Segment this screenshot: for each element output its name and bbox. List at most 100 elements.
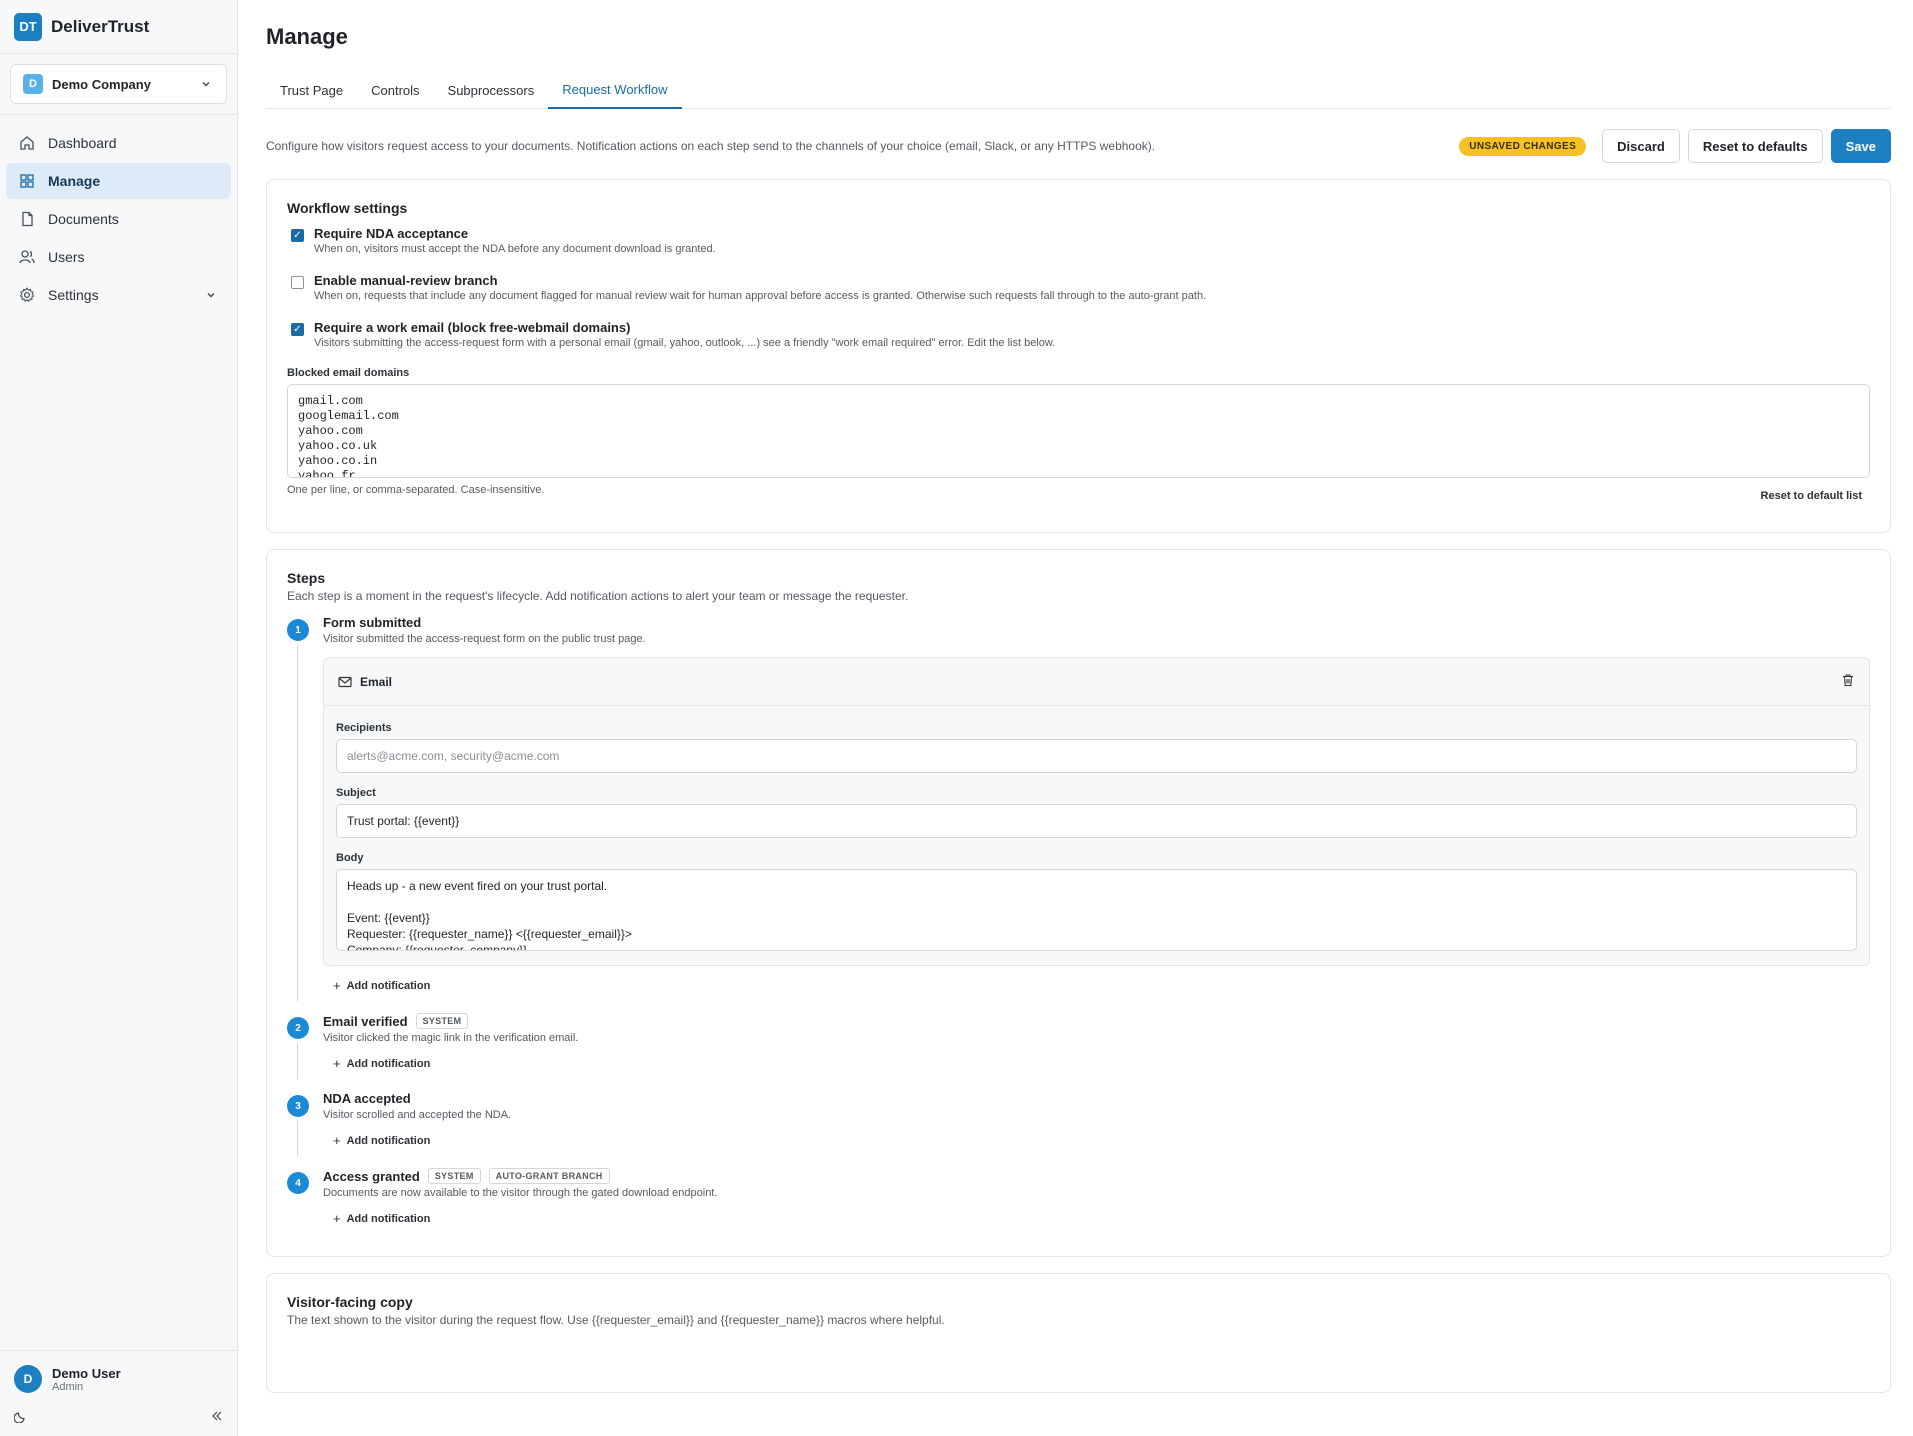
work-email-desc: Visitors submitting the access-request f… (314, 337, 1056, 349)
subject-input[interactable]: Trust portal: {{event}} (336, 804, 1857, 838)
body-textarea[interactable]: Heads up - a new event fired on your tru… (336, 869, 1857, 951)
require-nda-checkbox[interactable]: ✓ (291, 229, 304, 242)
blocked-domains-hint: One per line, or comma-separated. Case-i… (287, 484, 545, 496)
company-badge: D (23, 74, 43, 94)
recipients-input[interactable]: alerts@acme.com, security@acme.com (336, 739, 1857, 773)
step-title: NDA accepted (323, 1091, 411, 1106)
main-content: Manage Trust Page Controls Subprocessors… (266, 0, 1891, 1393)
sidebar-item-settings[interactable]: Settings (6, 277, 231, 313)
step-desc: Visitor clicked the magic link in the ve… (323, 1032, 579, 1044)
workflow-settings-title: Workflow settings (287, 200, 408, 216)
add-notification-button[interactable]: + Add notification (323, 1133, 1870, 1148)
visitor-copy-title: Visitor-facing copy (287, 1294, 413, 1310)
add-notification-label: Add notification (346, 1134, 431, 1147)
step-number: 2 (287, 1017, 309, 1039)
manual-review-checkbox[interactable] (291, 276, 304, 289)
users-icon (18, 248, 36, 266)
add-notification-label: Add notification (346, 979, 431, 992)
sidebar-item-label: Users (48, 249, 85, 265)
discard-button[interactable]: Discard (1602, 129, 1680, 163)
auto-grant-tag: AUTO-GRANT BRANCH (488, 1168, 610, 1184)
blocked-domains-textarea[interactable]: gmail.com googlemail.com yahoo.com yahoo… (287, 384, 1870, 478)
blocked-domains-label: Blocked email domains (287, 367, 410, 379)
work-email-label: Require a work email (block free-webmail… (314, 320, 631, 335)
unsaved-changes-badge: UNSAVED CHANGES (1459, 136, 1587, 156)
subject-label: Subject (336, 787, 376, 799)
company-name: Demo Company (52, 76, 151, 92)
step-title: Email verified (323, 1013, 408, 1029)
plus-icon: + (333, 1056, 341, 1071)
mail-icon (338, 676, 352, 688)
add-notification-button[interactable]: + Add notification (323, 1056, 1870, 1071)
tab-bar: Trust Page Controls Subprocessors Reques… (266, 72, 1891, 109)
sidebar-item-label: Dashboard (48, 135, 117, 151)
work-email-checkbox[interactable]: ✓ (291, 323, 304, 336)
gear-icon (18, 286, 36, 304)
step-access-granted: 4 Access granted SYSTEM AUTO-GRANT BRANCH … (287, 1168, 1870, 1226)
sidebar-item-users[interactable]: Users (6, 239, 231, 275)
step-form-submitted: 1 Form submitted Visitor submitted the a… (287, 615, 1870, 1001)
company-switcher[interactable]: D Demo Company (10, 64, 227, 104)
visitor-copy-card: Visitor-facing copy The text shown to th… (266, 1273, 1891, 1393)
sidebar-item-label: Manage (48, 173, 101, 189)
steps-card: Steps Each step is a moment in the reque… (266, 549, 1891, 1257)
steps-list: 1 Form submitted Visitor submitted the a… (287, 615, 1870, 1226)
reset-defaults-button[interactable]: Reset to defaults (1687, 129, 1823, 163)
step-desc: Visitor submitted the access-request for… (323, 633, 646, 645)
app-name: DeliverTrust (51, 16, 150, 36)
plus-icon: + (333, 978, 341, 993)
add-notification-button[interactable]: + Add notification (323, 978, 1870, 993)
sidebar-nav: Dashboard Manage Documents Users Setting… (0, 115, 237, 325)
steps-title: Steps (287, 570, 326, 586)
manual-review-desc: When on, requests that include any docum… (314, 290, 1207, 302)
collapse-sidebar-icon[interactable] (210, 1409, 224, 1426)
step-desc: Documents are now available to the visit… (323, 1187, 718, 1199)
sidebar-item-documents[interactable]: Documents (6, 201, 231, 237)
trash-icon[interactable] (1841, 673, 1855, 690)
require-nda-desc: When on, visitors must accept the NDA be… (314, 243, 716, 255)
step-desc: Visitor scrolled and accepted the NDA. (323, 1109, 512, 1121)
system-tag: SYSTEM (415, 1013, 469, 1029)
page-title: Manage (266, 24, 348, 49)
step-number: 3 (287, 1095, 309, 1117)
step-title: Form submitted (323, 615, 422, 630)
plus-icon: + (333, 1211, 341, 1226)
system-tag: SYSTEM (427, 1168, 481, 1184)
document-icon (18, 210, 36, 228)
sidebar-item-label: Documents (48, 211, 119, 227)
moon-icon[interactable] (13, 1409, 28, 1426)
sidebar-footer: D Demo User Admin (0, 1350, 238, 1436)
manual-review-label: Enable manual-review branch (314, 273, 498, 288)
app-logo: DT (14, 12, 42, 41)
user-menu[interactable]: D Demo User Admin (14, 1365, 224, 1393)
save-button[interactable]: Save (1830, 129, 1891, 163)
sidebar-item-manage[interactable]: Manage (6, 163, 231, 199)
brand[interactable]: DT DeliverTrust (0, 0, 237, 54)
step-connector (297, 1043, 298, 1079)
tab-request-workflow[interactable]: Request Workflow (548, 72, 682, 109)
recipients-label: Recipients (336, 722, 392, 734)
avatar: D (14, 1365, 42, 1393)
email-action-card: Email Recipients alerts@acme.com, securi… (323, 657, 1870, 966)
add-notification-label: Add notification (346, 1212, 431, 1225)
reset-default-list-button[interactable]: Reset to default list (1753, 484, 1870, 508)
require-nda-label: Require NDA acceptance (314, 226, 469, 241)
step-number: 4 (287, 1172, 309, 1194)
grid-icon (18, 172, 36, 190)
tab-controls[interactable]: Controls (357, 72, 433, 109)
plus-icon: + (333, 1133, 341, 1148)
email-action-title: Email (360, 674, 393, 689)
page-description: Configure how visitors request access to… (266, 139, 1156, 153)
step-number: 1 (287, 619, 309, 641)
user-role: Admin (52, 1380, 84, 1393)
sidebar: DT DeliverTrust D Demo Company Dashboard… (0, 0, 238, 1436)
user-name: Demo User (52, 1365, 121, 1381)
step-connector (297, 1121, 298, 1156)
chevron-down-icon (203, 287, 219, 303)
home-icon (18, 134, 36, 152)
tab-subprocessors[interactable]: Subprocessors (434, 72, 549, 109)
add-notification-button[interactable]: + Add notification (323, 1211, 1870, 1226)
tab-trust-page[interactable]: Trust Page (266, 72, 357, 109)
sidebar-item-dashboard[interactable]: Dashboard (6, 125, 231, 161)
steps-subtitle: Each step is a moment in the request's l… (287, 589, 909, 603)
